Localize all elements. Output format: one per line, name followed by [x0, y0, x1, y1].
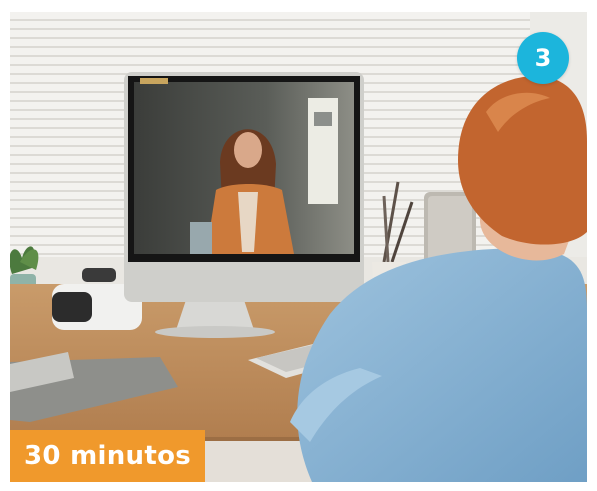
duration-label: 30 minutos [10, 430, 206, 482]
photo-card: 3 30 minutos [10, 12, 587, 482]
photo-scene [10, 12, 587, 482]
step-number-badge: 3 [517, 32, 569, 84]
computer-monitor [124, 72, 364, 338]
